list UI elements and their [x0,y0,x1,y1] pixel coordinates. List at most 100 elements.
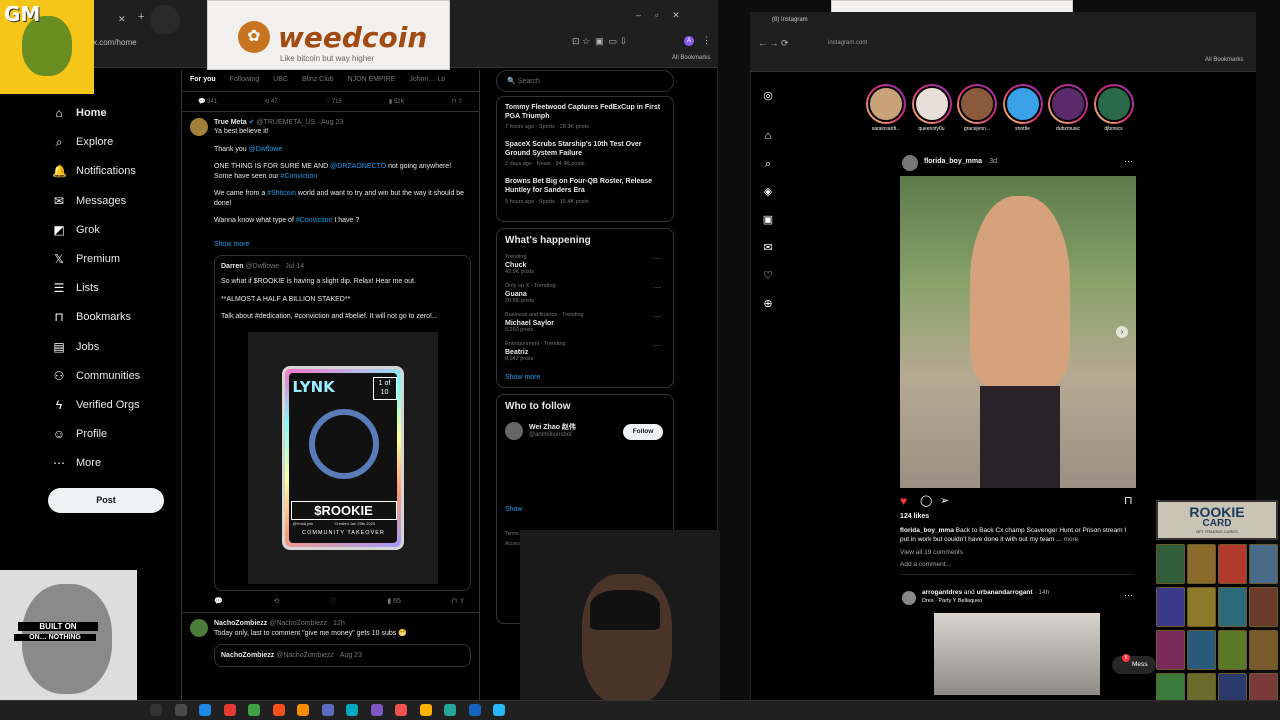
reply-count[interactable]: 💬 341 [198,98,217,105]
story-item[interactable]: gracejenn... [957,84,997,132]
show-more-link[interactable]: Show more [214,240,471,249]
sidebar-item-communities[interactable]: ⚇ Communities [52,369,141,383]
nft-image[interactable]: LYNK 1 of 10 $ROOKIE @HoldLynk Created J… [247,331,438,584]
tweet-author[interactable]: True Meta [214,119,247,126]
taskbar-app-icon[interactable] [150,704,162,716]
tab-feed-2[interactable]: UBC [273,76,288,91]
view-count[interactable]: ▮ 52K [389,98,405,105]
repost-count[interactable]: ⟲ 47 [264,98,277,105]
trend-item[interactable]: Business and finance · Trending Michael S… [505,312,665,333]
taskbar-app-icon[interactable] [248,704,260,716]
messages-pill[interactable]: 6 Mess [1112,654,1156,674]
sidebar-item-notifications[interactable]: 🔔 Notifications [52,164,136,178]
all-bookmarks[interactable]: All Bookmarks [672,55,710,61]
taskbar-app-icon[interactable] [321,704,334,716]
taskbar-app-icon[interactable] [174,704,187,716]
sidebar-item-lists[interactable]: ☰ Lists [52,281,99,295]
tweet-nachozombiezz[interactable]: NachoZombiezz @NachoZombiezz · 12h Today… [182,613,479,679]
news-item[interactable]: Tommy Fleetwood Captures FedExCup in Fir… [505,103,665,130]
sidebar-item-profile[interactable]: ☺ Profile [52,427,107,441]
post-username[interactable]: florida_boy_mma [924,158,982,165]
post-image[interactable]: › [900,176,1136,488]
tab-feed-1[interactable]: Following [230,76,260,91]
tab-feed-3[interactable]: Blinz Club [302,76,334,91]
tab-title[interactable]: (8) Instagram [772,17,808,23]
like-count[interactable]: ♡ 715 [325,98,342,105]
news-item[interactable]: SpaceX Scrubs Starship's 10th Test Over … [505,140,665,167]
story-item[interactable]: dubzmusic [1048,84,1088,132]
all-bookmarks[interactable]: All Bookmarks [1205,57,1243,63]
more-options-icon[interactable]: ⋯ [653,254,661,263]
reels-icon[interactable]: ▣ [762,214,774,226]
taskbar-app-icon[interactable] [444,704,456,716]
like-icon[interactable]: ♡ [330,597,336,606]
heart-icon[interactable]: ♡ [762,270,774,282]
sidebar-item-explore[interactable]: ⌕ Explore [52,135,114,149]
avatar[interactable] [190,619,208,638]
nav-buttons[interactable]: ← → ⟳ [758,38,789,49]
search-input[interactable]: 🔍 Search [496,70,674,92]
trend-item[interactable]: Trending Chuck 42.9K posts ⋯ [505,254,665,275]
sidebar-item-premium[interactable]: 𝕏 Premium [52,252,120,266]
sidebar-item-grok[interactable]: ◩ Grok [52,223,100,237]
more-options-icon[interactable]: ⋯ [1124,590,1133,601]
tab-feed-5[interactable]: Johnn… Lo [409,76,445,91]
follow-button[interactable]: Follow [623,423,663,440]
messages-icon[interactable]: ✉ [762,242,774,254]
taskbar-app-icon[interactable] [199,704,211,716]
more-options-icon[interactable]: ⋯ [653,312,661,321]
add-comment-input[interactable]: Add a comment... [900,561,1134,575]
window-controls[interactable]: –▫✕ [636,10,694,21]
close-tab-icon[interactable]: ✕ [118,14,128,24]
tab-feed-0[interactable]: For you [190,76,216,91]
bookmark-share-icon[interactable]: ⊓ ⇪ [452,98,463,105]
kebab-menu-icon[interactable]: ⋮ [702,35,711,46]
sidebar-item-bookmarks[interactable]: ⊓ Bookmarks [52,310,131,324]
quoted-tweet[interactable]: Darren @Dwflowe · Jul 14 So what if $ROO… [214,254,471,591]
taskbar-app-icon[interactable] [395,704,407,716]
trend-item[interactable]: Entertainment · Trending Beatriz 9,342 pos… [505,341,665,362]
taskbar-app-icon[interactable] [272,704,285,716]
more-options-icon[interactable]: ⋯ [1124,156,1133,167]
tweet-true-meta[interactable]: True Meta ✔ @TRUEMETA_US · Aug 23 Ya bes… [182,112,479,612]
toolbar-icons[interactable]: ⊡ ☆ ▣ ▭ ⇩ [572,36,627,47]
taskbar-app-icon[interactable] [493,704,505,716]
taskbar-app-icon[interactable] [468,704,481,716]
taskbar-app-icon[interactable] [346,704,358,716]
more-options-icon[interactable]: ⋯ [653,341,661,350]
news-item[interactable]: Browns Bet Big on Four-QB Roster, Releas… [505,177,665,204]
quoted-tweet[interactable]: NachoZombiezz @NachoZombiezz · Aug 23 [214,644,471,668]
sidebar-item-messages[interactable]: ✉ Messages [52,194,126,208]
post-button[interactable]: Post [48,488,164,513]
like-heart-icon[interactable]: ♥ [900,494,907,508]
taskbar-app-icon[interactable] [297,704,309,716]
more-options-icon[interactable]: ⋯ [653,283,661,292]
avatar[interactable] [190,118,208,136]
show-more-link[interactable]: Show [505,506,665,513]
reply-icon[interactable]: 💬 [214,597,223,606]
follow-suggestion[interactable]: Wei Zhao 赵伟 @antmillionsbot Follow [505,421,665,446]
tweet-author[interactable]: NachoZombiezz [214,620,267,627]
story-item[interactable]: queenofy0u [911,84,952,132]
story-item[interactable]: snottle [1002,84,1043,132]
new-tab-icon[interactable]: + [138,12,148,23]
sidebar-item-home[interactable]: ⌂ Home [52,106,106,120]
sidebar-item-more[interactable]: ⋯ More [52,456,101,470]
comment-icon[interactable]: ◯ [920,494,932,507]
post2-users[interactable]: arrogantdres and urbanandarrogant · 14h [922,589,1049,596]
url-text[interactable]: instagram.com [828,40,867,46]
avatar[interactable] [902,155,918,171]
avatar[interactable]: A [684,36,694,46]
share-icon[interactable]: ➢ [940,494,949,507]
bookmark-icon[interactable]: ⊓ ⇪ [452,597,465,606]
search-icon[interactable]: ⌕ [762,158,774,170]
views-count[interactable]: ▮ 65 [387,597,401,606]
post2-image[interactable] [934,613,1100,695]
repost-icon[interactable]: ⟲ [274,597,280,606]
save-icon[interactable]: ⊓ [1124,494,1133,507]
taskbar-app-icon[interactable] [419,704,432,716]
sidebar-item-verified-orgs[interactable]: ϟ Verified Orgs [52,398,140,412]
tab-feed-4[interactable]: NJON EMPIRE [348,76,396,91]
view-comments-link[interactable]: View all 19 comments [900,549,963,556]
explore-icon[interactable]: ◈ [762,186,774,198]
